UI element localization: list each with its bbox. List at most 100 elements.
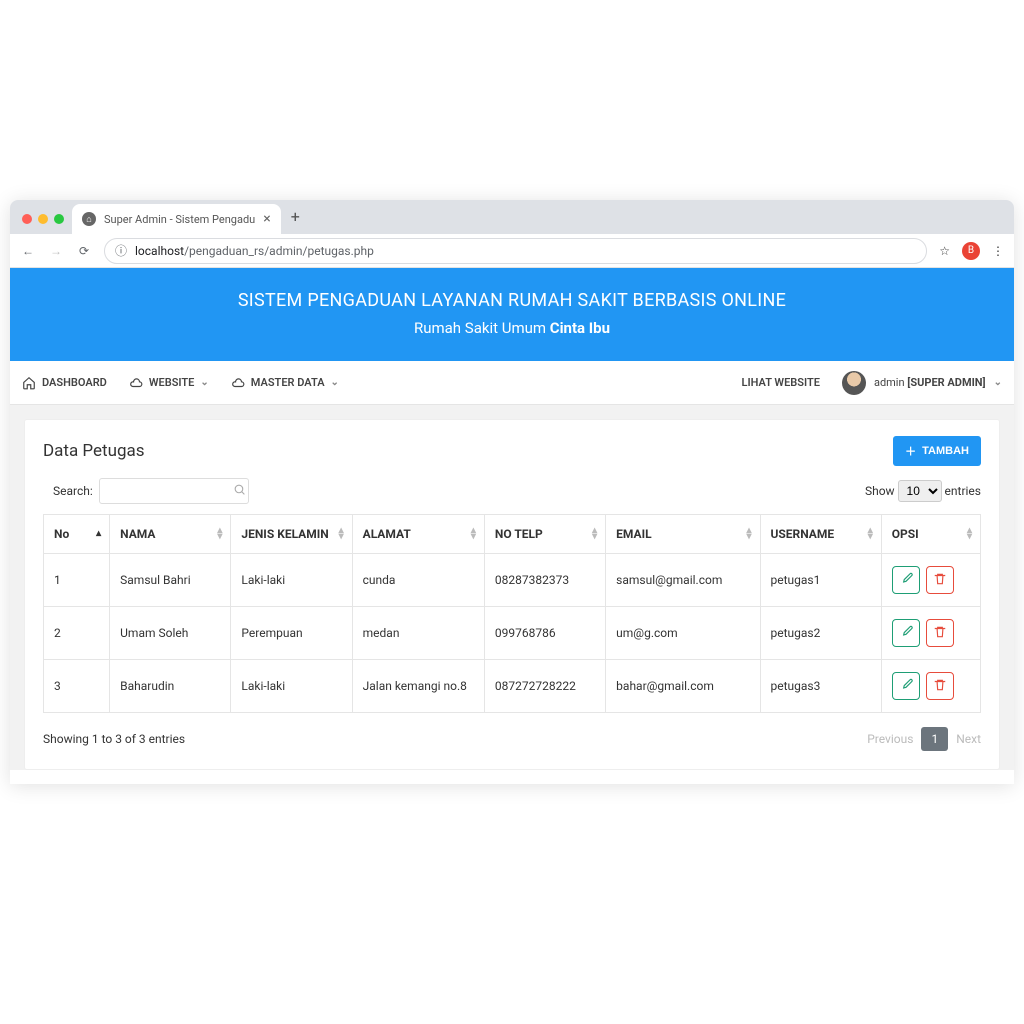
entries-control: Show 10 entries xyxy=(865,480,981,502)
close-window-icon[interactable] xyxy=(22,214,32,224)
cell-email: samsul@gmail.com xyxy=(606,554,760,607)
cell-username: petugas3 xyxy=(760,660,881,713)
cell-no: 3 xyxy=(44,660,110,713)
address-bar-row: ← → ⟳ ⓘ localhost/pengaduan_rs/admin/pet… xyxy=(10,234,1014,268)
favicon-icon: ⌂ xyxy=(82,212,96,226)
cell-nama: Umam Soleh xyxy=(110,607,231,660)
table-info: Showing 1 to 3 of 3 entries xyxy=(43,732,185,746)
hero-title: SISTEM PENGADUAN LAYANAN RUMAH SAKIT BER… xyxy=(20,290,1004,311)
search-input[interactable] xyxy=(99,478,249,504)
browser-tab[interactable]: ⌂ Super Admin - Sistem Pengadu × xyxy=(72,204,281,234)
chevron-down-icon: ⌄ xyxy=(200,377,208,388)
avatar xyxy=(842,371,866,395)
sort-icon: ▴▾ xyxy=(471,528,476,540)
cell-jk: Perempuan xyxy=(231,607,352,660)
sort-icon: ▴▾ xyxy=(217,528,222,540)
col-no[interactable]: No▴ xyxy=(44,515,110,554)
maximize-window-icon[interactable] xyxy=(54,214,64,224)
cell-alamat: medan xyxy=(352,607,484,660)
wrench-icon xyxy=(899,572,913,589)
trash-icon xyxy=(933,678,947,695)
cloud-icon xyxy=(129,376,143,390)
forward-button[interactable]: → xyxy=(48,244,64,258)
sort-icon: ▴▾ xyxy=(868,528,873,540)
pagination: Previous 1 Next xyxy=(867,727,981,751)
hero-subtitle: Rumah Sakit Umum Cinta Ibu xyxy=(20,319,1004,337)
prev-page[interactable]: Previous xyxy=(867,732,913,746)
add-button[interactable]: ＋ TAMBAH xyxy=(893,436,981,466)
search-control: Search: xyxy=(43,478,246,504)
main-navbar: DASHBOARD WEBSITE ⌄ MASTER DATA ⌄ LIHAT … xyxy=(10,361,1014,405)
cell-jk: Laki-laki xyxy=(231,660,352,713)
user-menu[interactable]: admin [SUPER ADMIN] ⌄ xyxy=(842,371,1002,395)
col-nama[interactable]: NAMA▴▾ xyxy=(110,515,231,554)
cell-alamat: cunda xyxy=(352,554,484,607)
delete-button[interactable] xyxy=(926,566,954,594)
col-jenis-kelamin[interactable]: JENIS KELAMIN▴▾ xyxy=(231,515,352,554)
page-title: Data Petugas xyxy=(43,441,145,461)
col-email[interactable]: EMAIL▴▾ xyxy=(606,515,760,554)
sort-icon: ▴▾ xyxy=(339,528,344,540)
cell-email: um@g.com xyxy=(606,607,760,660)
nav-dashboard[interactable]: DASHBOARD xyxy=(22,376,107,390)
address-bar[interactable]: ⓘ localhost/pengaduan_rs/admin/petugas.p… xyxy=(104,238,927,264)
edit-button[interactable] xyxy=(892,619,920,647)
tab-title: Super Admin - Sistem Pengadu xyxy=(104,213,255,226)
chevron-down-icon: ⌄ xyxy=(994,377,1002,388)
next-page[interactable]: Next xyxy=(956,732,981,746)
cell-alamat: Jalan kemangi no.8 xyxy=(352,660,484,713)
reload-button[interactable]: ⟳ xyxy=(76,244,92,258)
new-tab-button[interactable]: + xyxy=(281,207,310,234)
sort-icon: ▴▾ xyxy=(746,528,751,540)
back-button[interactable]: ← xyxy=(20,244,36,258)
hero-banner: SISTEM PENGADUAN LAYANAN RUMAH SAKIT BER… xyxy=(10,268,1014,361)
plus-icon: ＋ xyxy=(905,443,916,459)
close-tab-icon[interactable]: × xyxy=(263,211,270,227)
minimize-window-icon[interactable] xyxy=(38,214,48,224)
edit-button[interactable] xyxy=(892,566,920,594)
card-data-petugas: Data Petugas ＋ TAMBAH Search: Show xyxy=(24,419,1000,770)
search-icon xyxy=(233,483,246,499)
url-path: /pengaduan_rs/admin/petugas.php xyxy=(184,244,374,258)
col-alamat[interactable]: ALAMAT▴▾ xyxy=(352,515,484,554)
cell-telp: 08287382373 xyxy=(484,554,605,607)
table-row: 2Umam SolehPerempuanmedan099768786um@g.c… xyxy=(44,607,981,660)
url-host: localhost xyxy=(135,244,184,258)
bookmark-star-icon[interactable]: ☆ xyxy=(939,244,950,258)
cell-username: petugas2 xyxy=(760,607,881,660)
entries-select[interactable]: 10 xyxy=(898,480,942,502)
kebab-menu-icon[interactable]: ⋮ xyxy=(992,244,1004,258)
cell-jk: Laki-laki xyxy=(231,554,352,607)
col-username[interactable]: USERNAME▴▾ xyxy=(760,515,881,554)
nav-lihat-website[interactable]: LIHAT WEBSITE xyxy=(742,376,820,389)
nav-website[interactable]: WEBSITE ⌄ xyxy=(129,376,209,390)
cell-no: 1 xyxy=(44,554,110,607)
browser-window: ⌂ Super Admin - Sistem Pengadu × + ← → ⟳… xyxy=(10,200,1014,784)
home-icon xyxy=(22,376,36,390)
delete-button[interactable] xyxy=(926,619,954,647)
cloud-icon xyxy=(231,376,245,390)
delete-button[interactable] xyxy=(926,672,954,700)
wrench-icon xyxy=(899,625,913,642)
petugas-table: No▴ NAMA▴▾ JENIS KELAMIN▴▾ ALAMAT▴▾ NO T… xyxy=(43,514,981,713)
cell-no: 2 xyxy=(44,607,110,660)
col-opsi: OPSI▴▾ xyxy=(881,515,980,554)
trash-icon xyxy=(933,625,947,642)
cell-username: petugas1 xyxy=(760,554,881,607)
nav-master-data[interactable]: MASTER DATA ⌄ xyxy=(231,376,339,390)
page-current[interactable]: 1 xyxy=(921,727,948,751)
window-controls[interactable] xyxy=(18,214,72,234)
profile-avatar[interactable]: B xyxy=(962,242,980,260)
cell-email: bahar@gmail.com xyxy=(606,660,760,713)
col-telp[interactable]: NO TELP▴▾ xyxy=(484,515,605,554)
app-root: SISTEM PENGADUAN LAYANAN RUMAH SAKIT BER… xyxy=(10,268,1014,770)
table-row: 1Samsul BahriLaki-lakicunda08287382373sa… xyxy=(44,554,981,607)
table-row: 3BaharudinLaki-lakiJalan kemangi no.8087… xyxy=(44,660,981,713)
wrench-icon xyxy=(899,678,913,695)
cell-opsi xyxy=(881,554,980,607)
search-label: Search: xyxy=(53,484,93,498)
edit-button[interactable] xyxy=(892,672,920,700)
trash-icon xyxy=(933,572,947,589)
sort-icon: ▴▾ xyxy=(967,528,972,540)
cell-telp: 087272728222 xyxy=(484,660,605,713)
